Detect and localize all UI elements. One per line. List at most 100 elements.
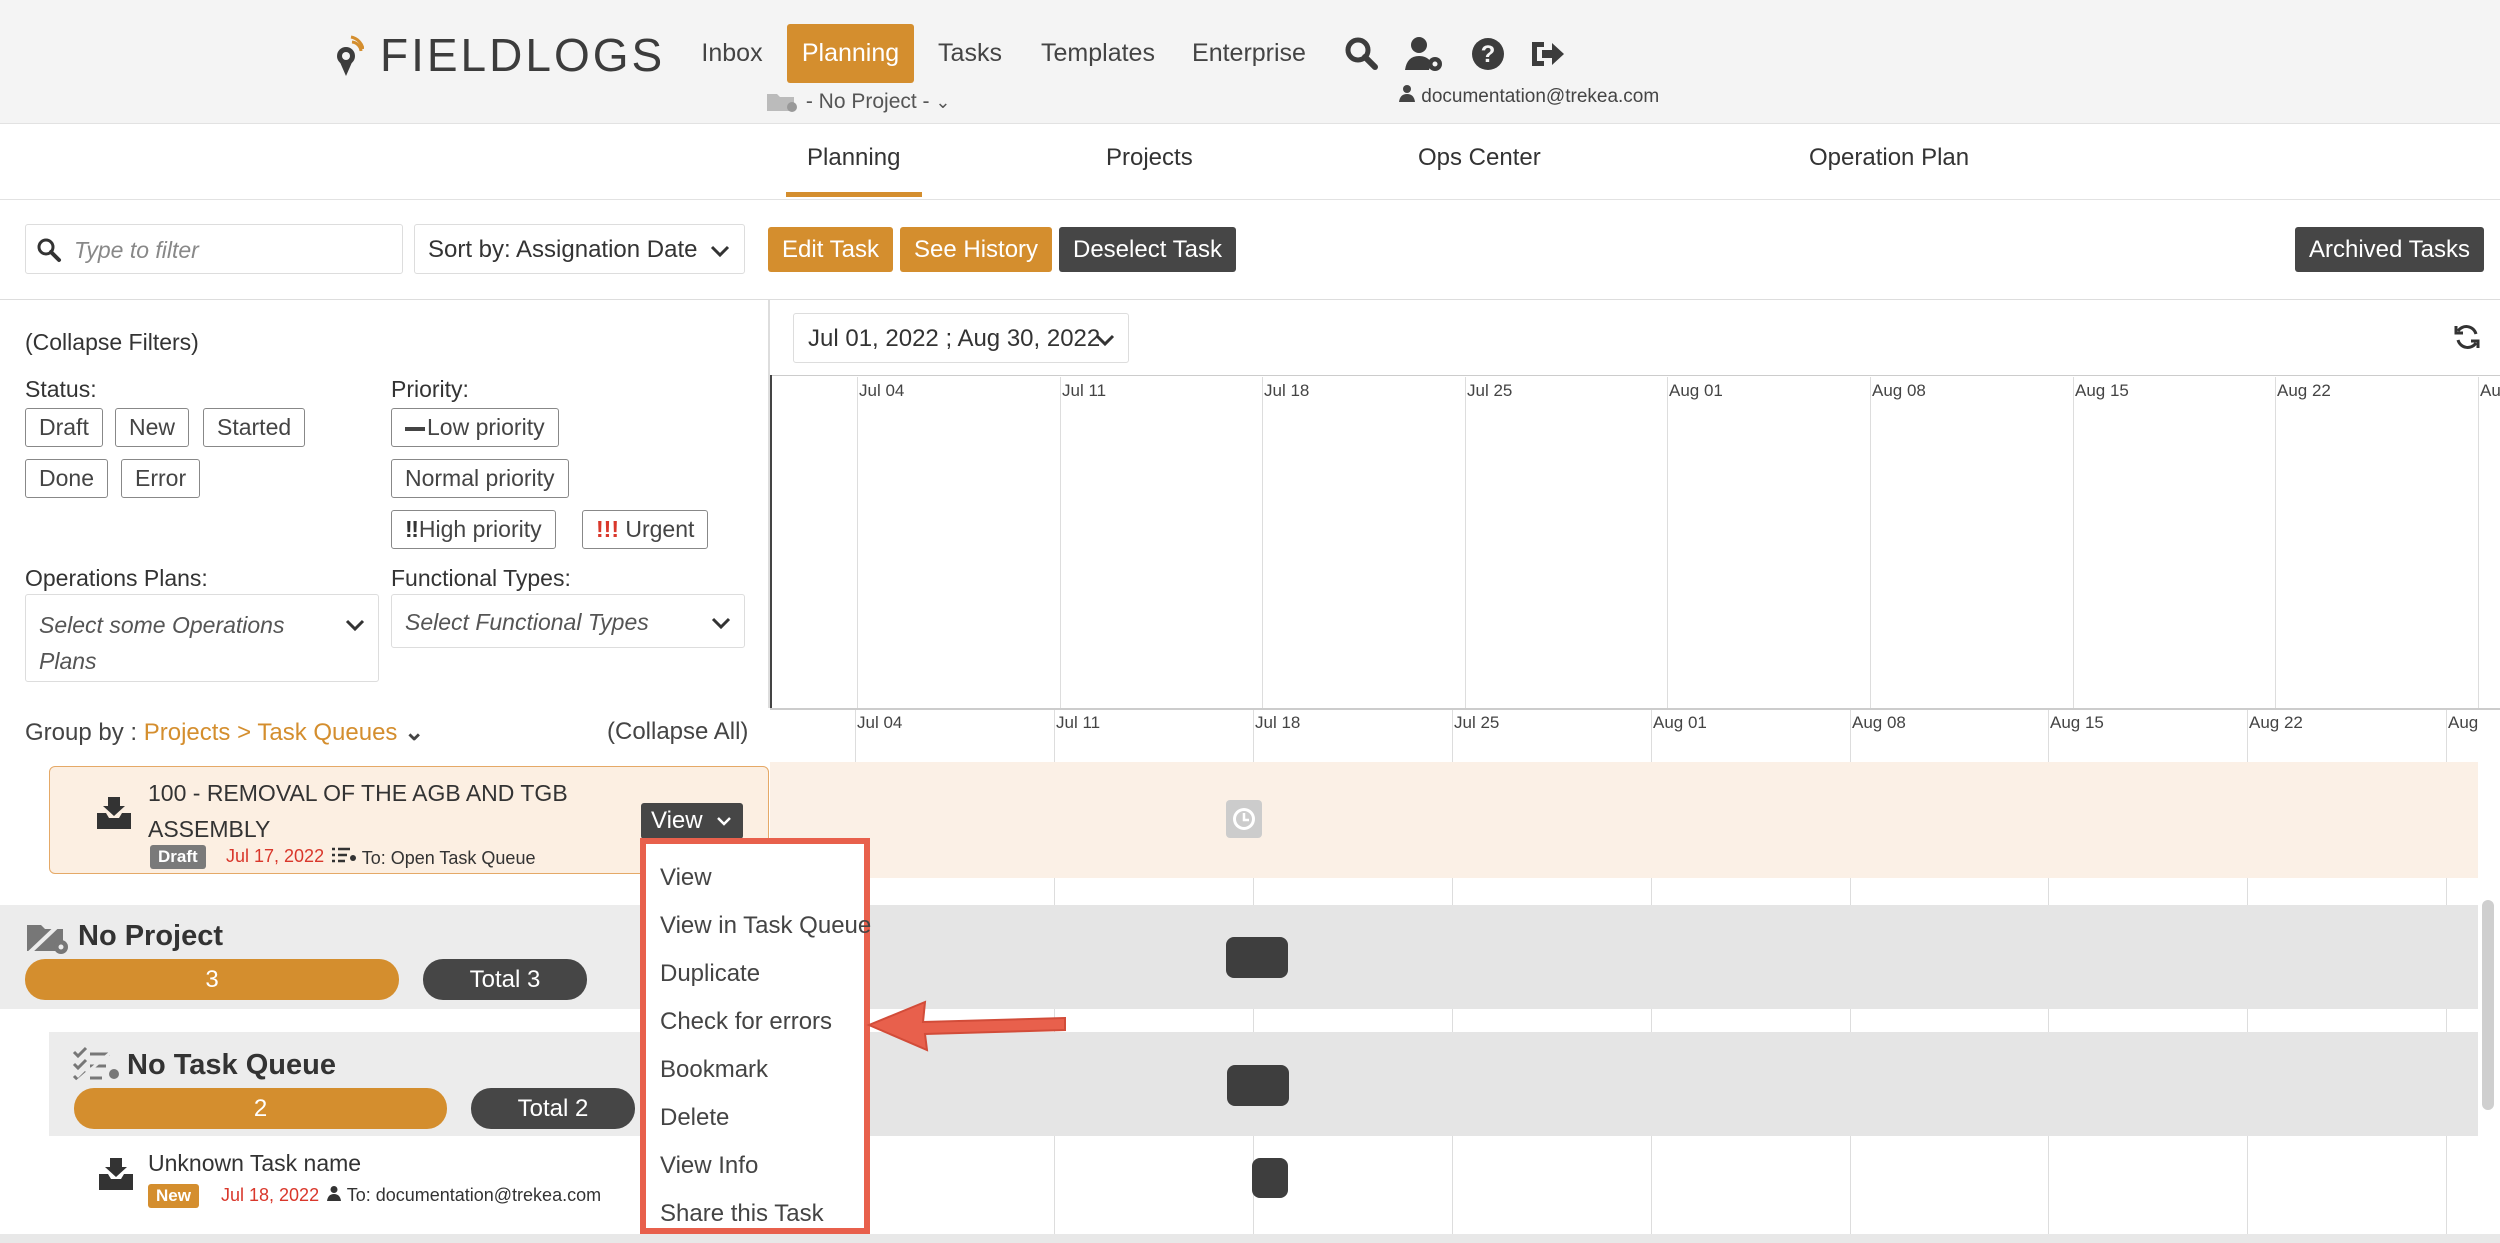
project-selector[interactable]: - No Project - ⌄ [766, 90, 950, 114]
task-title[interactable]: Unknown Task name [148, 1150, 361, 1177]
project-count-bar: 3 [25, 959, 399, 1000]
project-name[interactable]: No Project [78, 920, 223, 953]
svg-text:?: ? [1481, 41, 1496, 68]
toolbar-divider [0, 299, 2500, 300]
sort-select[interactable]: Sort by: Assignation Date [414, 224, 745, 274]
annotation-arrow-icon [866, 1000, 1066, 1052]
menu-item-view-in-task-queue[interactable]: View in Task Queue [660, 912, 871, 940]
see-history-button[interactable]: See History [900, 227, 1053, 272]
timeline-overview [770, 375, 2500, 708]
priority-chip-urgent[interactable]: !!! Urgent [582, 510, 709, 549]
task-timeline-marker[interactable] [1252, 1158, 1288, 1198]
status-chip-started[interactable]: Started [203, 408, 306, 447]
logout-icon[interactable] [1526, 32, 1570, 76]
user-icon [1398, 85, 1421, 107]
timeline-divider [770, 708, 2500, 710]
nav-inbox[interactable]: Inbox [690, 24, 774, 83]
search-icon[interactable] [1340, 32, 1384, 76]
tab-ops-center[interactable]: Ops Center [1418, 144, 1541, 172]
timeline-gridline [1262, 377, 1263, 708]
tab-planning[interactable]: Planning [807, 144, 900, 172]
menu-item-delete[interactable]: Delete [660, 1104, 729, 1132]
timeline-tick-label: Jul 25 [1454, 713, 1500, 732]
collapse-all-link[interactable]: (Collapse All) [607, 718, 748, 746]
chevron-down-icon [710, 245, 730, 258]
menu-item-view-info[interactable]: View Info [660, 1152, 758, 1180]
timeline-gridline [2275, 377, 2276, 708]
nav-templates[interactable]: Templates [1034, 24, 1162, 83]
timeline-tick-label: Jul 04 [859, 381, 905, 400]
refresh-icon[interactable] [2452, 322, 2482, 352]
user-icon [326, 1185, 347, 1205]
archived-tasks-button[interactable]: Archived Tasks [2295, 227, 2484, 272]
timeline-gridline [2073, 377, 2074, 708]
priority-chip-high[interactable]: ‼High priority [391, 510, 556, 549]
edit-task-button[interactable]: Edit Task [768, 227, 893, 272]
priority-chip-normal[interactable]: Normal priority [391, 459, 569, 498]
timeline-tick-label: Aug [2448, 713, 2479, 732]
sub-tabs: Planning Projects Ops Center Operation P… [0, 124, 2500, 200]
queue-total-bar: Total 2 [471, 1088, 635, 1129]
project-timeline-marker[interactable] [1226, 937, 1288, 978]
low-priority-icon [405, 426, 425, 431]
vertical-scrollbar[interactable] [2482, 900, 2494, 1110]
deselect-task-button[interactable]: Deselect Task [1059, 227, 1236, 272]
timeline-tick-label: Aug 22 [2249, 713, 2303, 732]
queue-name[interactable]: No Task Queue [127, 1049, 336, 1082]
priority-label: Priority: [391, 376, 469, 402]
timeline-gridline [1870, 377, 1871, 708]
timeline-tick-label: Jul 25 [1467, 381, 1513, 400]
timeline-tick-label: Au [2480, 381, 2500, 400]
timeline-tick-label: Aug 08 [1852, 713, 1906, 732]
timeline-tick-label: Aug 01 [1653, 713, 1707, 732]
timeline-tick-label: Jul 04 [857, 713, 903, 732]
view-dropdown-button[interactable]: View [641, 803, 743, 839]
status-badge: New [148, 1184, 199, 1208]
timeline-tick-label: Jul 11 [1062, 381, 1107, 400]
status-label: Status: [25, 376, 97, 402]
menu-item-bookmark[interactable]: Bookmark [660, 1056, 768, 1084]
task-scheduled-marker[interactable] [1226, 800, 1262, 838]
status-chip-done[interactable]: Done [25, 459, 108, 498]
filter-input-box[interactable]: Type to filter [25, 224, 403, 274]
tab-operation-plan[interactable]: Operation Plan [1809, 144, 1969, 172]
clock-icon [1233, 808, 1255, 830]
project-selector-label: - No Project - [805, 90, 930, 113]
selected-task-title-line1: 100 - REMOVAL OF THE AGB AND TGB [148, 780, 568, 806]
nav-tasks[interactable]: Tasks [928, 24, 1012, 83]
status-chip-draft[interactable]: Draft [25, 408, 103, 447]
logo-pin-icon [337, 35, 364, 76]
nav-enterprise[interactable]: Enterprise [1184, 24, 1314, 83]
user-email-text: documentation@trekea.com [1421, 86, 1660, 107]
task-queue-group-icon [72, 1044, 119, 1086]
nav-planning[interactable]: Planning [787, 24, 914, 83]
timeline-tick-label: Aug 22 [2277, 381, 2331, 400]
status-chip-error[interactable]: Error [121, 459, 201, 498]
collapse-filters-link[interactable]: (Collapse Filters) [25, 329, 199, 356]
ops-plans-select[interactable]: Select some Operations Plans [25, 594, 379, 682]
sort-label: Sort by: Assignation Date [428, 236, 698, 263]
help-icon[interactable]: ? [1466, 32, 1510, 76]
task-assignee: To: Open Task Queue [331, 846, 535, 869]
functional-types-select[interactable]: Select Functional Types [391, 594, 745, 648]
date-range-picker[interactable]: Jul 01, 2022 ; Aug 30, 2022 [793, 313, 1129, 363]
tab-projects[interactable]: Projects [1106, 144, 1193, 172]
date-range-text: Jul 01, 2022 ; Aug 30, 2022 [808, 325, 1101, 352]
menu-item-share-task[interactable]: Share this Task [660, 1200, 824, 1228]
user-settings-icon[interactable] [1402, 32, 1446, 76]
status-chip-new[interactable]: New [115, 408, 190, 447]
group-by-selector[interactable]: Group by : Projects > Task Queues ⌄ [25, 718, 424, 747]
ops-plans-placeholder: Select some Operations Plans [39, 607, 284, 679]
priority-chip-low[interactable]: Low priority [391, 408, 559, 447]
timeline-gridline [857, 377, 858, 708]
menu-item-duplicate[interactable]: Duplicate [660, 960, 760, 988]
folder-settings-icon [766, 91, 800, 113]
urgent-priority-icon: !!! [596, 516, 619, 542]
menu-item-view[interactable]: View [660, 864, 712, 892]
menu-item-check-for-errors[interactable]: Check for errors [660, 1008, 832, 1036]
filter-placeholder: Type to filter [74, 237, 199, 263]
ops-plans-placeholder-line1: Select some Operations [39, 612, 285, 638]
app-logo-text: FIELDLOGS [380, 29, 666, 81]
horizontal-scrollbar[interactable] [0, 1234, 2500, 1243]
queue-timeline-marker[interactable] [1227, 1065, 1289, 1106]
